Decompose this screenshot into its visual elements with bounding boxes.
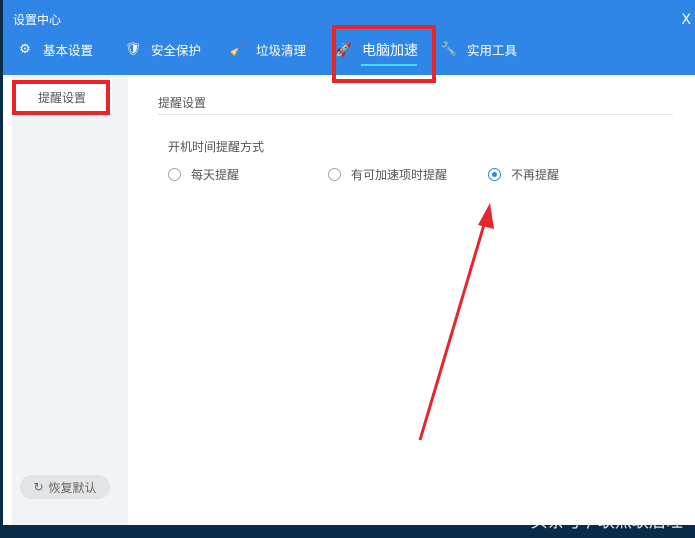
watermark: 头条号 / 耿然耿后旺 (530, 512, 683, 532)
annotation-arrow (418, 203, 494, 441)
